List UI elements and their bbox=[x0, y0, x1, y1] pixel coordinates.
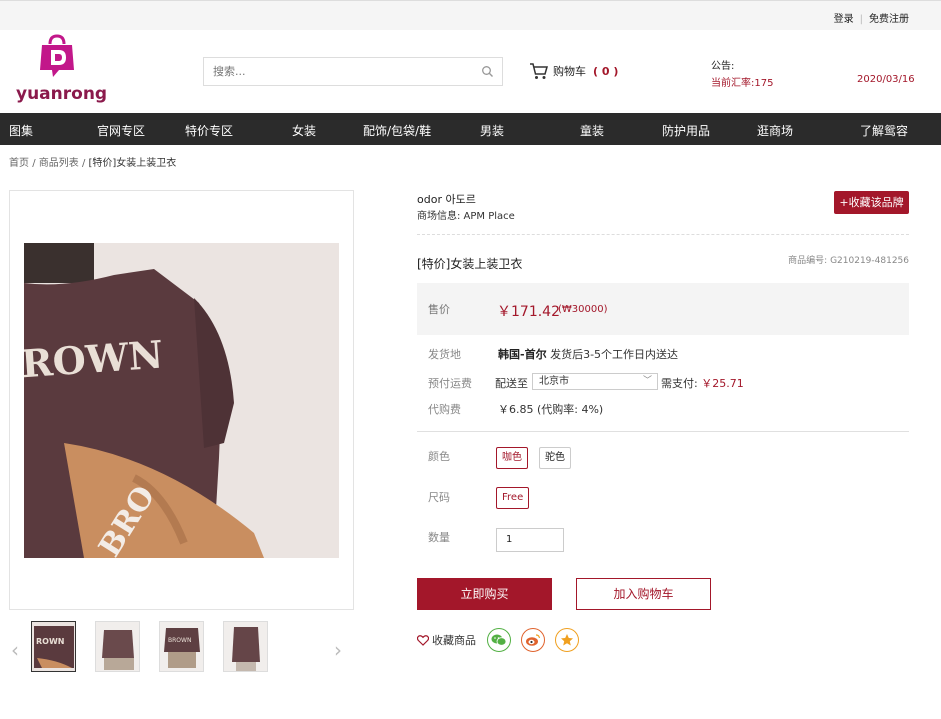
chevron-left-icon[interactable]: ‹ bbox=[11, 638, 19, 662]
brand-name[interactable]: odor 아도르 bbox=[417, 191, 476, 207]
svg-text:BROWN: BROWN bbox=[168, 637, 191, 644]
city-value: 北京市 bbox=[539, 376, 569, 387]
deliver-to-label: 配送至 bbox=[495, 377, 528, 390]
product-photo[interactable]: ROWN BRO bbox=[24, 243, 339, 558]
svg-text:ROWN: ROWN bbox=[36, 637, 64, 646]
nav-item-women[interactable]: 女装 bbox=[292, 122, 316, 139]
breadcrumb: 首页 / 商品列表 / [特价]女装上装卫衣 bbox=[9, 154, 176, 169]
size-option-free[interactable]: Free bbox=[496, 487, 530, 509]
price-label: 售价 bbox=[428, 303, 450, 316]
color-option-brown[interactable]: 咖色 bbox=[496, 447, 528, 469]
mall-info: 商场信息: APM Place bbox=[417, 211, 515, 222]
nav-item-kids[interactable]: 童装 bbox=[580, 122, 604, 139]
nav-item-mall[interactable]: 逛商场 bbox=[757, 122, 793, 139]
breadcrumb-sep: / bbox=[81, 158, 86, 169]
city-select[interactable]: 北京市 ﹀ bbox=[532, 373, 658, 390]
thumbnail-strip: ‹ ROWN BROWN › bbox=[9, 620, 354, 676]
heart-icon bbox=[417, 634, 429, 646]
chevron-right-icon[interactable]: › bbox=[334, 638, 342, 662]
cart-icon bbox=[530, 63, 548, 79]
size-label: 尺码 bbox=[428, 491, 450, 504]
nav-item-special[interactable]: 特价专区 bbox=[185, 122, 233, 139]
shipping-label: 预付运费 bbox=[428, 377, 472, 390]
thumbnail-4[interactable] bbox=[223, 621, 268, 672]
buy-now-button[interactable]: 立即购买 bbox=[417, 578, 552, 610]
logo-wordmark: yuanrong bbox=[16, 84, 108, 104]
breadcrumb-sep: / bbox=[32, 158, 36, 169]
chevron-down-icon: ﹀ bbox=[642, 376, 652, 386]
divider bbox=[417, 234, 909, 235]
product-code: 商品编号: G210219-481256 bbox=[788, 256, 909, 266]
quantity-label: 数量 bbox=[428, 531, 450, 544]
divider: | bbox=[859, 14, 863, 25]
cart-label: 购物车 bbox=[553, 65, 586, 78]
favorite-product[interactable]: 收藏商品 bbox=[417, 632, 476, 648]
price-value: ￥171.42 bbox=[497, 304, 560, 320]
search-icon[interactable] bbox=[481, 65, 494, 78]
favorite-brand-button[interactable]: +收藏该品牌 bbox=[834, 191, 909, 214]
origin-note: 发货后3-5个工作日内送达 bbox=[546, 348, 679, 361]
color-label: 颜色 bbox=[428, 450, 450, 463]
favorite-product-label: 收藏商品 bbox=[432, 634, 476, 647]
fee-label: 代购费 bbox=[428, 403, 461, 416]
quantity-input[interactable]: 1 bbox=[496, 528, 564, 552]
nav-item-about[interactable]: 了解鸳容 bbox=[860, 122, 908, 139]
weibo-share-icon[interactable] bbox=[521, 628, 545, 652]
origin-place: 韩国-首尔 bbox=[498, 348, 547, 361]
origin-info: 韩国-首尔 发货后3-5个工作日内送达 bbox=[498, 346, 678, 362]
need-pay-value: ￥25.71 bbox=[701, 377, 744, 390]
cart-link[interactable]: 购物车 ( 0 ) bbox=[529, 62, 618, 80]
sweater-illustration: ROWN BRO bbox=[24, 243, 339, 558]
nav-item-official[interactable]: 官网专区 bbox=[97, 122, 145, 139]
cart-count: ( 0 ) bbox=[593, 64, 619, 78]
wechat-share-icon[interactable] bbox=[487, 628, 511, 652]
main-nav: 图集 官网专区 特价专区 女装 配饰/包袋/鞋 男装 童装 防护用品 逛商场 了… bbox=[0, 113, 941, 145]
fee-value: ￥6.85 (代购率: 4%) bbox=[498, 403, 604, 416]
product-image-frame: ROWN BRO bbox=[9, 190, 354, 610]
breadcrumb-list[interactable]: 商品列表 bbox=[39, 158, 79, 169]
price-box: 售价 ￥171.42 (₩30000) bbox=[417, 283, 909, 335]
origin-label: 发货地 bbox=[428, 348, 461, 361]
current-date: 2020/03/16 bbox=[857, 74, 915, 85]
divider bbox=[417, 431, 909, 432]
login-link[interactable]: 登录 bbox=[834, 10, 854, 25]
breadcrumb-current: [特价]女装上装卫衣 bbox=[88, 158, 177, 169]
need-pay: 需支付: ￥25.71 bbox=[661, 375, 744, 391]
shopping-bag-logo-icon bbox=[40, 34, 74, 77]
search-box bbox=[203, 57, 503, 86]
register-link[interactable]: 免费注册 bbox=[869, 10, 909, 25]
nav-item-men[interactable]: 男装 bbox=[480, 122, 504, 139]
original-price: (₩30000) bbox=[558, 304, 608, 315]
need-pay-label: 需支付: bbox=[661, 377, 698, 390]
exchange-rate: 当前汇率:175 bbox=[711, 78, 774, 89]
notice-label: 公告: bbox=[711, 61, 735, 72]
top-links: 登录 | 免费注册 bbox=[834, 10, 909, 25]
color-option-camel[interactable]: 驼色 bbox=[539, 447, 571, 469]
thumbnail-1[interactable]: ROWN bbox=[31, 621, 76, 672]
nav-item-gallery[interactable]: 图集 bbox=[9, 122, 33, 139]
site-logo[interactable]: yuanrong bbox=[16, 34, 108, 106]
qzone-share-icon[interactable] bbox=[555, 628, 579, 652]
search-input[interactable] bbox=[204, 58, 464, 85]
thumbnail-2[interactable] bbox=[95, 621, 140, 672]
breadcrumb-home[interactable]: 首页 bbox=[9, 158, 29, 169]
top-bar: 登录 | 免费注册 bbox=[0, 0, 941, 30]
thumbnail-3[interactable]: BROWN bbox=[159, 621, 204, 672]
nav-item-protective[interactable]: 防护用品 bbox=[662, 122, 710, 139]
nav-item-accessories[interactable]: 配饰/包袋/鞋 bbox=[363, 122, 431, 139]
add-to-cart-button[interactable]: 加入购物车 bbox=[576, 578, 711, 610]
product-title: [特价]女装上装卫衣 bbox=[417, 257, 523, 271]
